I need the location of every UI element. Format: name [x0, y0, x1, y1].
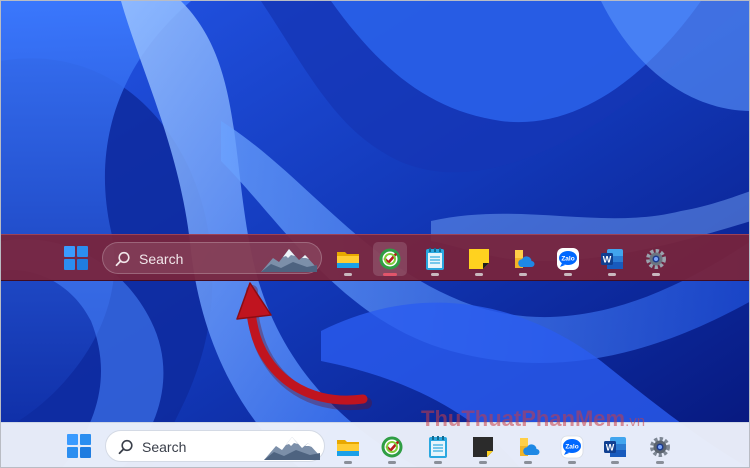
onedrive-icon: [520, 438, 540, 456]
taskbar-app-sticky-notes[interactable]: [466, 430, 500, 464]
search-icon: [118, 439, 133, 455]
running-indicator: [524, 461, 532, 464]
notepad-icon: [429, 436, 447, 458]
mountain-icon: [264, 437, 320, 460]
taskbar-app-notepad[interactable]: [421, 430, 455, 464]
running-indicator: [656, 461, 664, 464]
word-label: W: [606, 443, 615, 453]
search-placeholder: Search: [142, 439, 187, 455]
taskbar-app-settings[interactable]: [643, 430, 677, 464]
watermark-text: ThuThuatPhanMem: [421, 406, 626, 431]
running-indicator: [611, 461, 619, 464]
annotation-arrow: [236, 282, 372, 411]
running-indicator: [479, 461, 487, 464]
watermark-suffix: .vn: [625, 413, 646, 430]
taskbar-app-word[interactable]: W: [598, 430, 632, 464]
running-indicator: [388, 461, 396, 464]
start-button[interactable]: [67, 434, 91, 458]
zalo-icon: Zalo: [560, 435, 584, 459]
sticky-notes-icon: [473, 437, 493, 457]
running-indicator: [434, 461, 442, 464]
gear-icon: [650, 437, 670, 457]
taskbar-app-onedrive[interactable]: [511, 430, 545, 464]
folder-icon: [337, 440, 359, 456]
zalo-label: Zalo: [565, 444, 578, 451]
word-icon: W: [604, 437, 626, 457]
running-indicator: [344, 461, 352, 464]
running-indicator: [568, 461, 576, 464]
ccleaner-icon: [381, 436, 403, 458]
desktop-screen: Search Zalo W Search Zalo W ThuThuatPhan…: [0, 0, 750, 468]
taskbar-app-ccleaner[interactable]: [375, 430, 409, 464]
watermark: ThuThuatPhanMem.vn: [421, 406, 645, 432]
search-box[interactable]: Search: [105, 430, 325, 462]
taskbar-app-file-explorer[interactable]: [331, 430, 365, 464]
taskbar-app-zalo[interactable]: Zalo: [555, 430, 589, 464]
